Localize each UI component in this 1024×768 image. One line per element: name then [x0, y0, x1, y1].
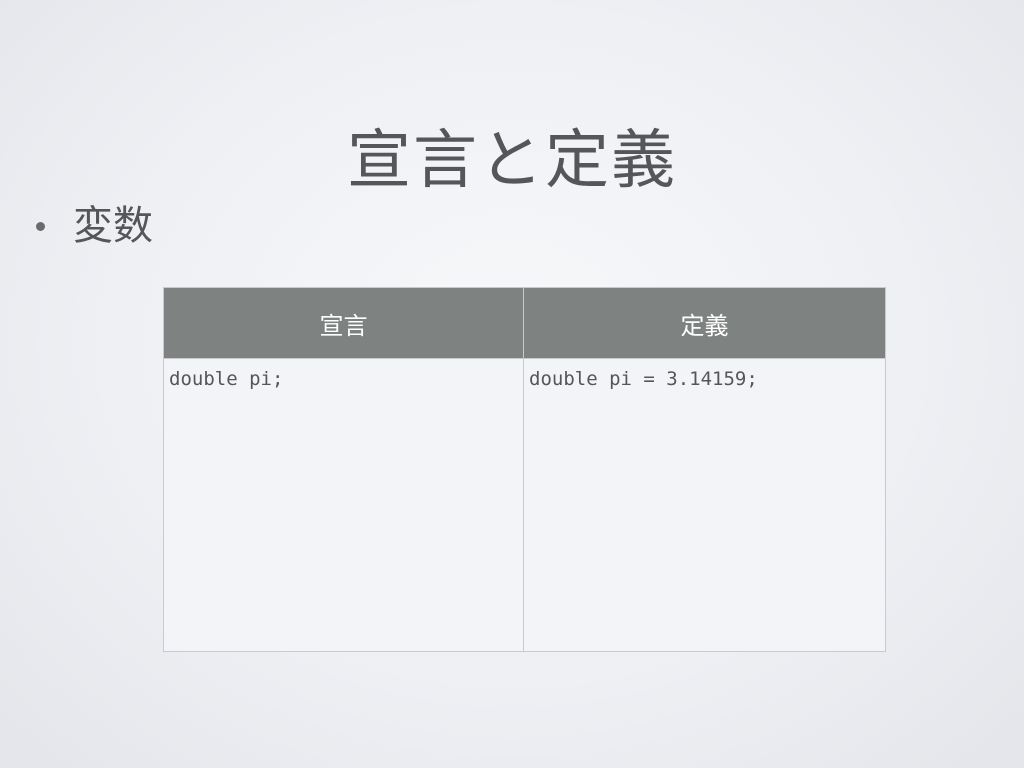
bullet-item: 変数 — [30, 200, 153, 252]
slide-title: 宣言と定義 — [347, 123, 677, 198]
table-header-declaration: 宣言 — [163, 287, 524, 359]
table-header-definition: 定義 — [523, 287, 886, 359]
table-row: double pi; double pi = 3.14159; — [163, 358, 886, 652]
declaration-definition-table: 宣言 定義 double pi; double pi = 3.14159; — [163, 287, 886, 652]
bullet-dot-icon — [36, 221, 45, 231]
slide: 宣言と定義 変数 宣言 定義 double pi; double pi = 3.… — [0, 0, 1024, 768]
table-header-row: 宣言 定義 — [163, 287, 886, 359]
table-cell-definition-code: double pi = 3.14159; — [523, 358, 886, 652]
table-cell-declaration-code: double pi; — [163, 358, 524, 652]
bullet-text: 変数 — [73, 203, 153, 249]
